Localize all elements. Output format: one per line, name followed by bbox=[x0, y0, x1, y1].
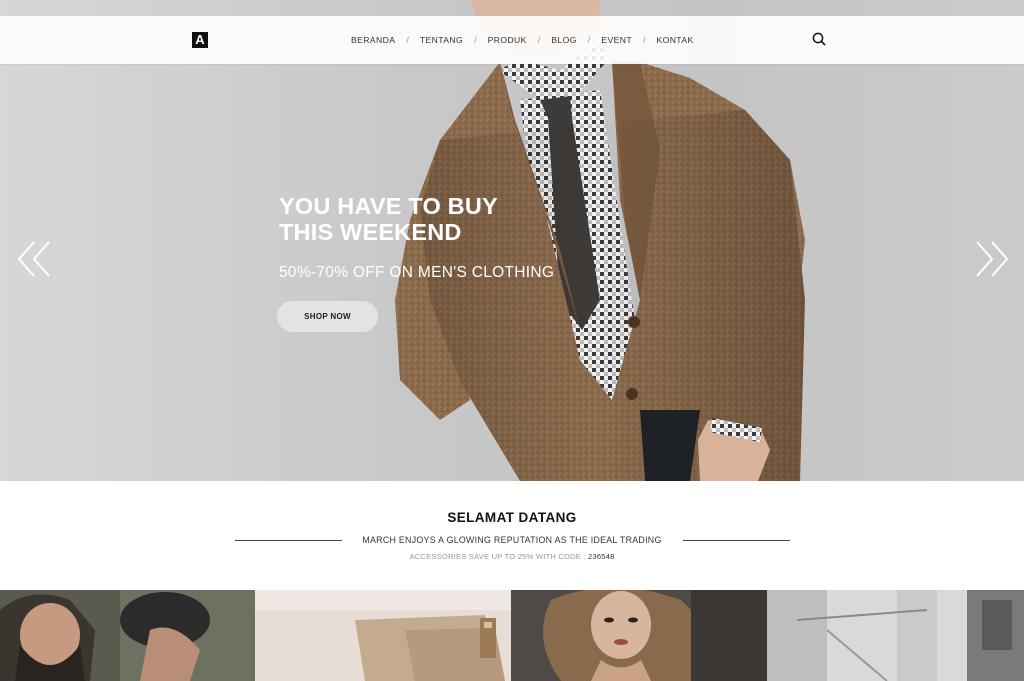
interior-photo bbox=[767, 590, 1024, 681]
nav-separator: / bbox=[406, 35, 409, 45]
slider-next-button[interactable] bbox=[975, 240, 1009, 278]
main-navbar: A BERANDA / TENTANG / PRODUK / BLOG / EV… bbox=[0, 16, 1024, 64]
gallery-tile-1[interactable] bbox=[0, 590, 255, 681]
nav-item-kontak[interactable]: KONTAK bbox=[656, 35, 693, 45]
nav-separator: / bbox=[537, 35, 541, 45]
nav-item-event[interactable]: EVENT bbox=[601, 35, 632, 45]
nav-menu: BERANDA / TENTANG / PRODUK / BLOG / EVEN… bbox=[351, 16, 694, 64]
hero-title-line-2: THIS WEEKEND bbox=[279, 219, 462, 245]
hero-title-line-1: YOU HAVE TO BUY bbox=[279, 193, 498, 219]
promo-text: ACCESSORIES SAVE UP TO 25% WITH CODE : 2… bbox=[0, 552, 1024, 561]
gallery-tile-4[interactable] bbox=[767, 590, 1024, 681]
nav-item-tentang[interactable]: TENTANG bbox=[420, 35, 463, 45]
nav-separator: / bbox=[474, 35, 477, 45]
hero-subtitle: 50%-70% OFF ON MEN'S CLOTHING bbox=[279, 264, 555, 281]
bearded-man-photo bbox=[0, 590, 255, 681]
leather-bag-photo bbox=[255, 590, 511, 681]
promo-code: 236548 bbox=[588, 552, 615, 561]
welcome-title: SELAMAT DATANG bbox=[447, 510, 577, 525]
search-icon bbox=[812, 32, 826, 46]
welcome-section: SELAMAT DATANG MARCH ENJOYS A GLOWING RE… bbox=[0, 481, 1024, 590]
hero-title: YOU HAVE TO BUY THIS WEEKEND bbox=[279, 193, 579, 245]
nav-separator: / bbox=[587, 35, 591, 45]
brand-logo[interactable]: A bbox=[192, 32, 208, 48]
shop-now-button[interactable]: SHOP NOW bbox=[277, 301, 378, 332]
gallery-tile-3[interactable] bbox=[511, 590, 767, 681]
slider-prev-button[interactable] bbox=[17, 240, 51, 278]
hero-slider: YOU HAVE TO BUY THIS WEEKEND 50%-70% OFF… bbox=[0, 0, 1024, 481]
nav-separator: / bbox=[642, 35, 646, 45]
gallery-tile-2[interactable] bbox=[255, 590, 511, 681]
welcome-tagline: MARCH ENJOYS A GLOWING REPUTATION AS THE… bbox=[362, 535, 662, 545]
nav-item-blog[interactable]: BLOG bbox=[551, 35, 576, 45]
woman-portrait-photo bbox=[511, 590, 767, 681]
double-chevron-left-icon bbox=[17, 241, 50, 277]
product-gallery bbox=[0, 590, 1024, 681]
nav-item-beranda[interactable]: BERANDA bbox=[351, 35, 395, 45]
search-button[interactable] bbox=[812, 32, 828, 48]
double-chevron-right-icon bbox=[976, 241, 1009, 277]
nav-item-produk[interactable]: PRODUK bbox=[488, 35, 527, 45]
promo-label: ACCESSORIES SAVE UP TO 25% WITH CODE : bbox=[409, 552, 588, 561]
